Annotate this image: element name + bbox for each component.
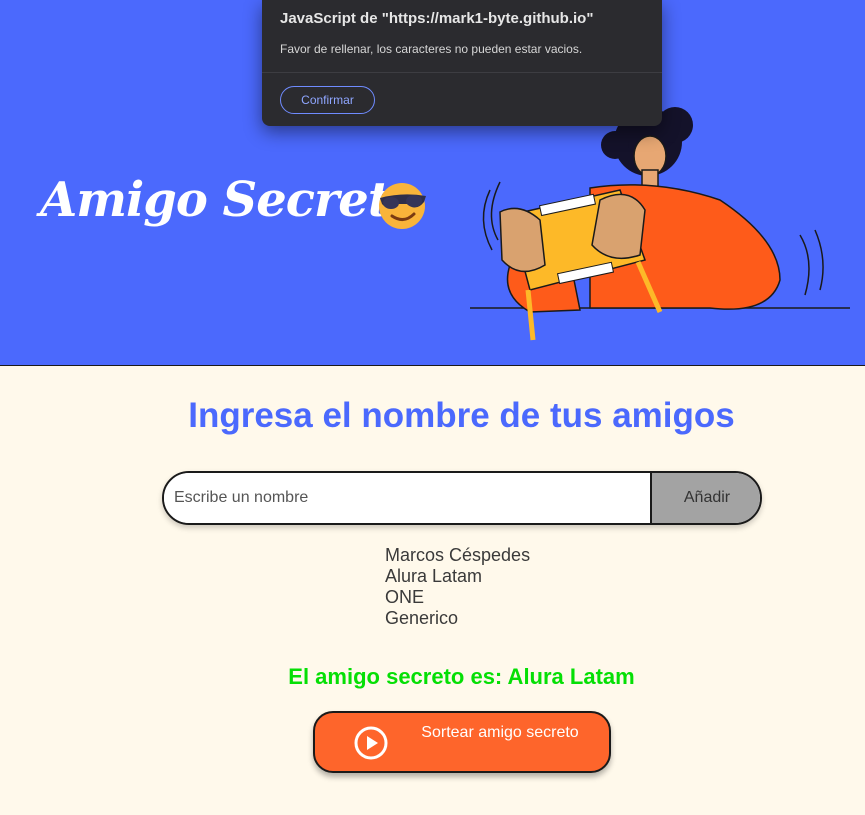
add-friend-form: Añadir bbox=[162, 471, 762, 525]
confirm-button[interactable]: Confirmar bbox=[280, 86, 375, 114]
dialog-divider bbox=[262, 72, 662, 73]
list-item: ONE bbox=[385, 587, 425, 607]
result-text: El amigo secreto es: Alura Latam bbox=[288, 664, 635, 689]
alert-dialog: JavaScript de "https://mark1-byte.github… bbox=[262, 0, 662, 126]
name-input[interactable] bbox=[164, 473, 650, 523]
friends-list: Marcos Céspedes Alura Latam ONE Generico bbox=[385, 545, 530, 629]
dialog-title: JavaScript de "https://mark1-byte.github… bbox=[280, 10, 594, 27]
play-circle-icon bbox=[354, 726, 388, 760]
list-item: Marcos Céspedes bbox=[385, 545, 531, 565]
list-item: Alura Latam bbox=[385, 566, 483, 586]
dialog-message: Favor de rellenar, los caracteres no pue… bbox=[280, 42, 583, 56]
app-title: Amigo Secreto bbox=[40, 172, 421, 228]
section-title: Ingresa el nombre de tus amigos bbox=[188, 396, 735, 435]
list-item: Generico bbox=[385, 608, 459, 628]
draw-button-label: Sortear amigo secreto bbox=[421, 724, 579, 741]
sunglasses-emoji-icon bbox=[379, 183, 426, 229]
draw-friend-button[interactable]: Sortear amigo secreto bbox=[313, 711, 611, 773]
add-button[interactable]: Añadir bbox=[650, 473, 760, 523]
person-holding-gift-box-illustration bbox=[470, 107, 850, 341]
